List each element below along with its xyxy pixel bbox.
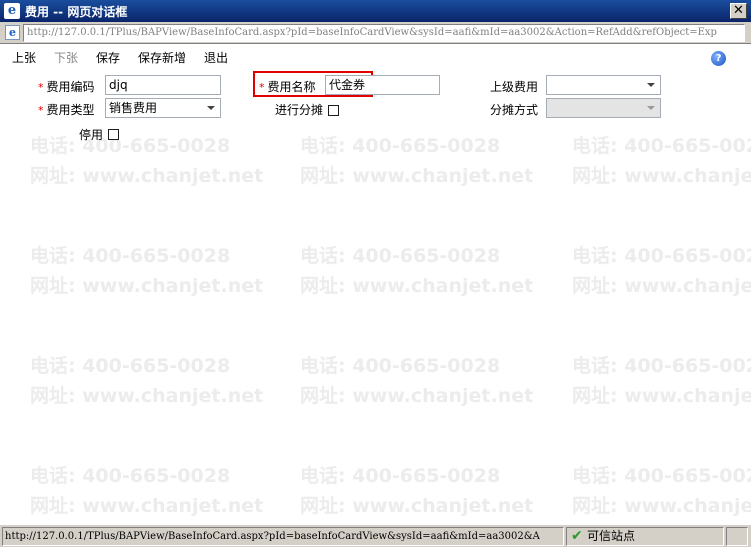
watermark-phone: 电话: 400-665-0028 <box>30 245 231 267</box>
watermark-phone: 电话: 400-665-0028 <box>300 245 501 267</box>
type-select-value: 销售费用 <box>109 101 158 115</box>
disabled-checkbox[interactable] <box>108 129 119 140</box>
watermark-site: 网址: www.chanjet.net <box>30 495 264 517</box>
watermark-site: 网址: www.chanjet.net <box>572 385 751 407</box>
alloc-method-select[interactable] <box>546 98 661 118</box>
watermark-site: 网址: www.chanjet.net <box>30 165 264 187</box>
watermark-site: 网址: www.chanjet.net <box>572 495 751 517</box>
watermark-site: 网址: www.chanjet.net <box>300 165 534 187</box>
parent-label: 上级费用 <box>490 80 539 94</box>
save-button[interactable]: 保存 <box>96 49 120 66</box>
type-label: * 费用类型 <box>38 101 95 118</box>
trusted-check-icon: ✔ <box>571 528 583 544</box>
allocate-checkbox[interactable] <box>328 105 339 116</box>
security-zone[interactable]: ✔ 可信站点 <box>566 527 724 546</box>
required-mark: * <box>259 81 265 94</box>
name-label: * 费用名称 <box>259 78 316 95</box>
address-bar: e http://127.0.0.1/TPlus/BAPView/BaseInf… <box>0 22 751 44</box>
window-title-bar[interactable]: e 费用 -- 网页对话框 ✕ <box>0 0 751 22</box>
zone-label: 可信站点 <box>587 529 636 543</box>
required-mark: * <box>38 81 44 94</box>
window-title: 费用 -- 网页对话框 <box>25 5 128 19</box>
watermark-site: 网址: www.chanjet.net <box>30 275 264 297</box>
required-mark: * <box>38 104 44 117</box>
exit-button[interactable]: 退出 <box>204 49 228 66</box>
parent-select[interactable] <box>546 75 661 95</box>
address-field[interactable]: http://127.0.0.1/TPlus/BAPView/BaseInfoC… <box>23 24 745 42</box>
resize-grip[interactable] <box>726 527 748 546</box>
ie-icon: e <box>4 3 20 19</box>
name-label-text: 费用名称 <box>267 80 316 94</box>
watermark-phone: 电话: 400-665-0028 <box>300 355 501 377</box>
alloc-method-label: 分摊方式 <box>490 103 539 117</box>
watermark-phone: 电话: 400-665-0028 <box>30 465 231 487</box>
code-input[interactable]: djq <box>105 75 221 95</box>
type-label-text: 费用类型 <box>46 103 95 117</box>
chevron-down-icon <box>647 83 655 87</box>
watermark-site: 网址: www.chanjet.net <box>572 165 751 187</box>
watermark-site: 网址: www.chanjet.net <box>30 385 264 407</box>
watermark-phone: 电话: 400-665-0028 <box>30 355 231 377</box>
status-url: http://127.0.0.1/TPlus/BAPView/BaseInfoC… <box>2 527 564 546</box>
code-label-text: 费用编码 <box>46 80 95 94</box>
form-area: 电话: 400-665-0028 电话: 400-665-0028 电话: 40… <box>0 69 751 524</box>
code-label: * 费用编码 <box>38 78 95 95</box>
watermark-site: 网址: www.chanjet.net <box>300 275 534 297</box>
watermark-phone: 电话: 400-665-0028 <box>572 245 751 267</box>
watermark-phone: 电话: 400-665-0028 <box>572 465 751 487</box>
type-select[interactable]: 销售费用 <box>105 98 221 118</box>
status-bar: http://127.0.0.1/TPlus/BAPView/BaseInfoC… <box>0 524 751 547</box>
page-icon: e <box>5 25 20 40</box>
help-icon[interactable]: ? <box>711 51 726 66</box>
chevron-down-icon <box>647 106 655 110</box>
watermark-phone: 电话: 400-665-0028 <box>572 355 751 377</box>
chevron-down-icon <box>207 106 215 110</box>
watermark-site: 网址: www.chanjet.net <box>300 495 534 517</box>
watermark-phone: 电话: 400-665-0028 <box>300 135 501 157</box>
allocate-label: 进行分摊 <box>275 103 324 117</box>
prev-button[interactable]: 上张 <box>12 49 36 66</box>
watermark-phone: 电话: 400-665-0028 <box>30 135 231 157</box>
toolbar: 上张 下张 保存 保存新增 退出 ? <box>0 45 751 69</box>
watermark-site: 网址: www.chanjet.net <box>572 275 751 297</box>
watermark-site: 网址: www.chanjet.net <box>300 385 534 407</box>
watermark-phone: 电话: 400-665-0028 <box>300 465 501 487</box>
next-button[interactable]: 下张 <box>54 49 78 66</box>
name-input[interactable]: 代金券 <box>325 75 440 95</box>
save-new-button[interactable]: 保存新增 <box>138 49 186 66</box>
disabled-label: 停用 <box>79 128 104 142</box>
watermark-phone: 电话: 400-665-0028 <box>572 135 751 157</box>
close-button[interactable]: ✕ <box>730 3 747 19</box>
